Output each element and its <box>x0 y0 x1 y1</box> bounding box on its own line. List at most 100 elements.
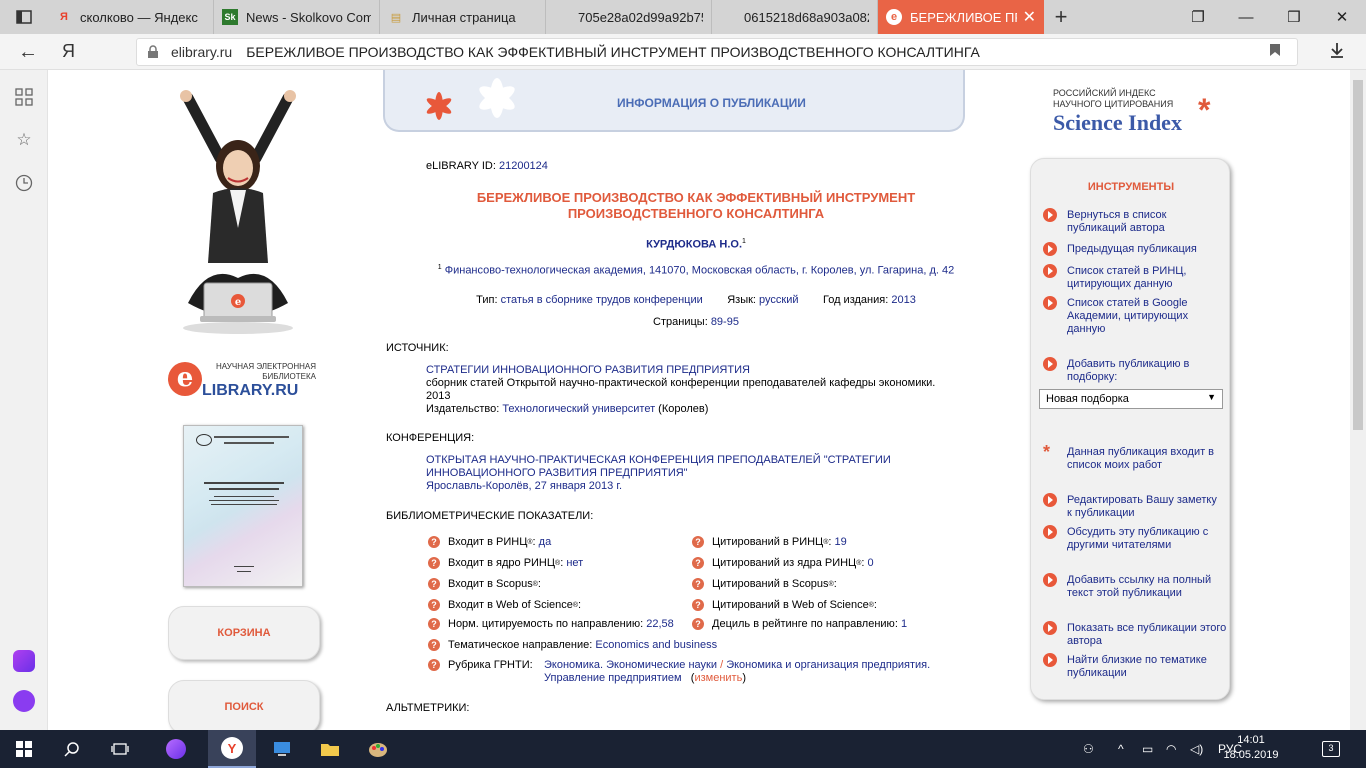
tab-personal-page[interactable]: ▤ Личная страница <box>380 0 546 34</box>
yandex-logo-icon[interactable]: Я <box>62 41 75 62</box>
help-question-icon[interactable]: ? <box>692 536 704 548</box>
tab-hash-1[interactable]: 705e28a02d99a92b75 <box>546 0 712 34</box>
change-grnti-link[interactable]: изменить <box>694 672 742 684</box>
tool-edit-note[interactable]: Редактировать Вашу заметку к публикации <box>1043 493 1217 520</box>
help-question-icon[interactable]: ? <box>428 639 440 651</box>
publication-type: статья в сборнике трудов конференции <box>500 294 703 306</box>
elibrary-logo[interactable]: e НАУЧНАЯ ЭЛЕКТРОННАЯ БИБЛИОТЕКА LIBRARY… <box>168 360 328 410</box>
help-question-icon[interactable]: ? <box>692 618 704 630</box>
alice-taskbar-icon[interactable] <box>152 730 200 768</box>
grnti-rubric: Экономика. Экономические науки / Экономи… <box>544 659 931 684</box>
search-icon[interactable] <box>48 730 96 768</box>
chevron-up-icon[interactable]: ^ <box>1118 730 1124 768</box>
star-favorites-icon[interactable]: ☆ <box>14 130 34 150</box>
tab-title: 0615218d68a903a082 <box>744 9 869 25</box>
biblio-decile: ? Дециль в рейтинге по направлению: 1 <box>692 618 907 630</box>
tool-all-author-publications[interactable]: Показать все публикации этого автора <box>1043 621 1227 648</box>
tab-skolkovo-news[interactable]: Sk News - Skolkovo Com <box>214 0 380 34</box>
help-question-icon[interactable]: ? <box>428 557 440 569</box>
tabs-menu-button[interactable] <box>0 0 48 34</box>
help-question-icon[interactable]: ? <box>692 557 704 569</box>
help-question-icon[interactable]: ? <box>428 659 440 671</box>
people-icon[interactable]: ⚇ <box>1083 730 1094 768</box>
source-link[interactable]: СТРАТЕГИИ ИННОВАЦИОННОГО РАЗВИТИЯ ПРЕДПР… <box>426 364 946 377</box>
conference-body: ОТКРЫТАЯ НАУЧНО-ПРАКТИЧЕСКАЯ КОНФЕРЕНЦИЯ… <box>426 454 946 493</box>
search-button[interactable]: ПОИСК <box>168 680 320 730</box>
wifi-icon[interactable]: ◠ <box>1166 730 1176 768</box>
help-question-icon[interactable]: ? <box>428 578 440 590</box>
tool-google-scholar-citing[interactable]: Список статей в Google Академии, цитирую… <box>1043 296 1217 336</box>
url-field[interactable]: elibrary.ru БЕРЕЖЛИВОЕ ПРОИЗВОДСТВО КАК … <box>136 38 1298 66</box>
elibrary-id-value: 21200124 <box>498 160 548 172</box>
minimize-icon[interactable]: — <box>1222 0 1270 34</box>
tool-similar-publications[interactable]: Найти близкие по тематике публикации <box>1043 653 1217 680</box>
back-arrow-icon[interactable]: ← <box>18 41 38 64</box>
tool-back-to-author-list[interactable]: Вернуться в список публикаций автора <box>1043 208 1217 235</box>
author-name[interactable]: КУРДЮКОВА Н.О.1 <box>386 238 1006 251</box>
tab-title: News - Skolkovo Com <box>246 9 371 25</box>
download-icon[interactable] <box>1328 41 1346 64</box>
science-index-logo[interactable]: Science Index <box>1053 110 1182 136</box>
biblio-citations-scopus: ? Цитирований в Scopus ®: <box>692 578 837 590</box>
bookmark-icon[interactable] <box>1269 43 1281 60</box>
task-view-icon[interactable] <box>96 730 144 768</box>
new-tab-button[interactable]: + <box>1044 0 1078 34</box>
cart-button[interactable]: КОРЗИНА <box>168 606 320 660</box>
help-question-icon[interactable]: ? <box>428 599 440 611</box>
window-controls: ❐ — ❒ ✕ <box>1174 0 1366 34</box>
network-icon[interactable]: ▭ <box>1142 730 1153 768</box>
windows-taskbar: Y ⚇ ^ ▭ ◠ ◁) РУС 14:01 18.05.2019 3 <box>0 730 1366 768</box>
close-tab-icon[interactable]: ✕ <box>1017 7 1036 27</box>
conference-label: КОНФЕРЕНЦИЯ: <box>386 432 475 444</box>
help-question-icon[interactable]: ? <box>428 536 440 548</box>
file-explorer-icon[interactable] <box>306 730 354 768</box>
play-bullet-icon <box>1043 573 1057 587</box>
collection-select[interactable]: Новая подборка ▼ <box>1039 389 1223 409</box>
notifications-icon[interactable]: 3 <box>1322 730 1340 768</box>
tool-add-to-collection[interactable]: Добавить публикацию в подборку: <box>1043 357 1217 384</box>
biblio-rinc-core: ? Входит в ядро РИНЦ ®: нет <box>428 557 583 569</box>
elibrary-logo-text: LIBRARY.RU <box>202 382 299 399</box>
tab-yandex-search[interactable]: Я сколково — Яндекс <box>48 0 214 34</box>
scrollbar-thumb[interactable] <box>1353 80 1363 430</box>
author-affiliation[interactable]: 1 Финансово-технологическая академия, 14… <box>386 264 1006 277</box>
close-window-icon[interactable]: ✕ <box>1318 0 1366 34</box>
computer-taskbar-icon[interactable] <box>258 730 306 768</box>
biblio-scopus: ? Входит в Scopus ®: <box>428 578 541 590</box>
blank-favicon-icon <box>720 9 736 25</box>
play-bullet-icon <box>1043 493 1057 507</box>
volume-icon[interactable]: ◁) <box>1190 730 1203 768</box>
tool-previous-publication[interactable]: Предыдущая публикация <box>1043 242 1217 257</box>
bookmarks-icon[interactable]: ❐ <box>1174 0 1222 34</box>
tool-rinc-citing[interactable]: Список статей в РИНЦ, цитирующих данную <box>1043 264 1217 291</box>
tab-title: 705e28a02d99a92b75 <box>578 9 703 25</box>
windows-start-icon[interactable] <box>0 730 48 768</box>
alice-assistant-icon[interactable] <box>13 690 35 712</box>
publication-language: русский <box>759 294 799 306</box>
help-question-icon[interactable]: ? <box>692 599 704 611</box>
tool-discuss[interactable]: Обсудить эту публикацию с другими читате… <box>1043 525 1217 552</box>
system-clock[interactable]: 14:01 18.05.2019 <box>1222 733 1280 763</box>
paint-icon[interactable] <box>354 730 402 768</box>
restore-icon[interactable]: ❒ <box>1270 0 1318 34</box>
history-clock-icon[interactable] <box>14 174 34 194</box>
tab-hash-2[interactable]: 0615218d68a903a082 <box>712 0 878 34</box>
apps-grid-icon[interactable] <box>14 88 34 108</box>
elibrary-id: eLIBRARY ID: 21200124 <box>426 160 548 172</box>
alice-shop-icon[interactable] <box>13 650 35 672</box>
biblio-citations-wos: ? Цитирований в Web of Science ®: <box>692 599 877 611</box>
biblio-norm-citation: ? Норм. цитируемость по направлению: 22,… <box>428 618 674 630</box>
tool-add-fulltext-link[interactable]: Добавить ссылку на полный текст этой пуб… <box>1043 573 1217 600</box>
tab-elibrary-active[interactable]: e БЕРЕЖЛИВОЕ ПРОИЗ ✕ <box>878 0 1044 34</box>
conference-link[interactable]: ОТКРЫТАЯ НАУЧНО-ПРАКТИЧЕСКАЯ КОНФЕРЕНЦИЯ… <box>426 454 946 480</box>
biblio-citations-core: ? Цитирований из ядра РИНЦ ®: 0 <box>692 557 874 569</box>
page-favicon-icon: ▤ <box>390 11 402 24</box>
book-cover-image[interactable] <box>183 425 303 587</box>
bibliometrics-label: БИБЛИОМЕТРИЧЕСКИЕ ПОКАЗАТЕЛИ: <box>386 510 594 522</box>
page-scrollbar[interactable] <box>1350 70 1366 730</box>
skolkovo-favicon-icon: Sk <box>222 9 238 25</box>
help-question-icon[interactable]: ? <box>428 618 440 630</box>
help-question-icon[interactable]: ? <box>692 578 704 590</box>
publisher-link[interactable]: Технологический университет <box>502 403 655 415</box>
yandex-browser-taskbar-icon[interactable]: Y <box>208 730 256 768</box>
